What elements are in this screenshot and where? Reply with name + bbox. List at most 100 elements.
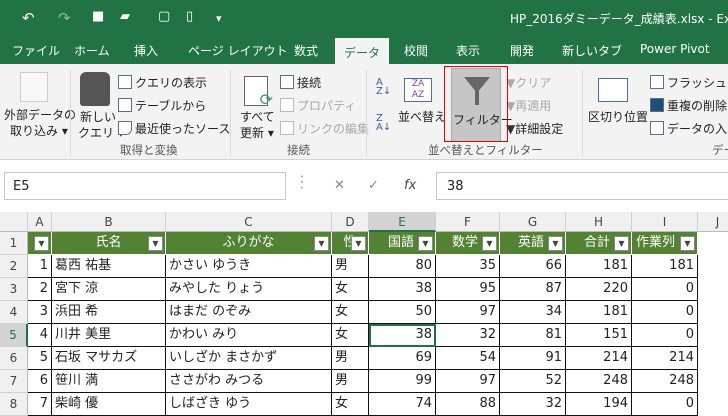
- row-header[interactable]: 6: [0, 347, 28, 370]
- table-cell[interactable]: 181: [632, 255, 698, 278]
- filter-dropdown-icon[interactable]: ▼: [548, 236, 563, 251]
- column-header[interactable]: E: [369, 212, 436, 232]
- select-all-corner[interactable]: [0, 212, 28, 232]
- open-folder-icon[interactable]: ▰: [120, 9, 130, 24]
- clear-button[interactable]: ▼クリア: [506, 74, 551, 91]
- name-box[interactable]: E5: [4, 172, 286, 200]
- column-header[interactable]: C: [166, 212, 332, 232]
- table-cell[interactable]: 181: [566, 255, 632, 278]
- new-query-button[interactable]: 新しい: [80, 108, 116, 125]
- from-table-button[interactable]: テーブルから: [118, 97, 206, 114]
- table-cell[interactable]: 1: [28, 255, 52, 278]
- insert-function-icon[interactable]: fx: [404, 178, 416, 193]
- table-cell[interactable]: 7: [28, 393, 52, 416]
- tab-view[interactable]: 表示: [456, 42, 480, 59]
- undo-icon[interactable]: ↶: [22, 9, 35, 27]
- table-cell[interactable]: 女: [332, 324, 369, 347]
- table-cell[interactable]: ささがわ みつる: [166, 370, 332, 393]
- row-header[interactable]: 4: [0, 301, 28, 324]
- table-cell[interactable]: 3: [28, 301, 52, 324]
- filter-dropdown-icon[interactable]: ▼: [418, 236, 433, 251]
- tab-developer[interactable]: 開発: [510, 42, 534, 59]
- row-header[interactable]: 1: [0, 232, 28, 255]
- tab-power-pivot[interactable]: Power Pivot: [640, 42, 710, 56]
- table-cell[interactable]: 248: [566, 370, 632, 393]
- flash-fill-button[interactable]: フラッシュ フィ: [650, 74, 728, 91]
- column-header[interactable]: A: [28, 212, 52, 232]
- table-cell[interactable]: かわい みり: [166, 324, 332, 347]
- table-cell[interactable]: 88: [436, 393, 500, 416]
- show-queries-button[interactable]: クエリの表示: [118, 74, 207, 91]
- table-cell[interactable]: 38: [369, 324, 436, 347]
- table-cell[interactable]: 214: [632, 347, 698, 370]
- table-cell[interactable]: 194: [566, 393, 632, 416]
- column-header[interactable]: F: [436, 212, 500, 232]
- enter-icon[interactable]: ✓: [368, 178, 379, 193]
- tab-new[interactable]: 新しいタブ: [562, 42, 622, 59]
- filter-dropdown-icon[interactable]: ▼: [351, 236, 366, 251]
- table-cell[interactable]: 32: [436, 324, 500, 347]
- table-cell[interactable]: 54: [436, 347, 500, 370]
- table-cell[interactable]: 35: [436, 255, 500, 278]
- table-cell[interactable]: 95: [436, 278, 500, 301]
- column-header[interactable]: H: [566, 212, 632, 232]
- table-cell[interactable]: 220: [566, 278, 632, 301]
- table-cell[interactable]: 浜田 希: [52, 301, 166, 324]
- table-cell[interactable]: 2: [28, 278, 52, 301]
- sort-ascending-button[interactable]: A Z↓: [376, 78, 391, 97]
- filter-dropdown-icon[interactable]: ▼: [680, 236, 695, 251]
- column-header[interactable]: J: [698, 212, 728, 232]
- table-cell[interactable]: 74: [369, 393, 436, 416]
- tab-page-layout[interactable]: ページ レイアウト: [188, 42, 288, 59]
- table-cell[interactable]: 81: [500, 324, 566, 347]
- tab-insert[interactable]: 挿入: [134, 42, 158, 59]
- sort-descending-button[interactable]: Z A↓: [376, 114, 391, 133]
- new-file-icon[interactable]: ▯: [186, 9, 193, 24]
- table-cell[interactable]: 柴崎 優: [52, 393, 166, 416]
- filter-dropdown-icon[interactable]: ▼: [314, 236, 329, 251]
- table-cell[interactable]: 5: [28, 347, 52, 370]
- table-cell[interactable]: 男: [332, 255, 369, 278]
- table-cell[interactable]: 52: [500, 370, 566, 393]
- table-cell[interactable]: 4: [28, 324, 52, 347]
- table-cell[interactable]: 男: [332, 347, 369, 370]
- formula-input[interactable]: 38: [436, 172, 728, 200]
- table-cell[interactable]: みやした りょう: [166, 278, 332, 301]
- row-header[interactable]: 8: [0, 393, 28, 416]
- table-cell[interactable]: 38: [369, 278, 436, 301]
- refresh-all-button[interactable]: すべて: [240, 108, 275, 125]
- table-cell[interactable]: 99: [369, 370, 436, 393]
- table-cell[interactable]: 0: [632, 324, 698, 347]
- table-cell[interactable]: 笹川 満: [52, 370, 166, 393]
- row-header[interactable]: 3: [0, 278, 28, 301]
- properties-button[interactable]: プロパティ: [280, 97, 356, 114]
- advanced-button[interactable]: ▼詳細設定: [506, 120, 563, 137]
- table-cell[interactable]: 214: [566, 347, 632, 370]
- table-cell[interactable]: 石坂 マサカズ: [52, 347, 166, 370]
- row-header[interactable]: 2: [0, 255, 28, 278]
- table-cell[interactable]: 248: [632, 370, 698, 393]
- table-cell[interactable]: 80: [369, 255, 436, 278]
- get-external-data-button[interactable]: 外部データの: [4, 106, 76, 123]
- remove-duplicates-button[interactable]: 重複の削除: [650, 97, 727, 114]
- table-cell[interactable]: 32: [500, 393, 566, 416]
- table-cell[interactable]: しばざき ゆう: [166, 393, 332, 416]
- tab-home[interactable]: ホーム: [74, 42, 110, 59]
- table-cell[interactable]: いしざか まさかず: [166, 347, 332, 370]
- table-cell[interactable]: 66: [500, 255, 566, 278]
- table-cell[interactable]: かさい ゆうき: [166, 255, 332, 278]
- table-cell[interactable]: 69: [369, 347, 436, 370]
- table-cell[interactable]: 0: [632, 301, 698, 324]
- column-header[interactable]: B: [52, 212, 166, 232]
- table-cell[interactable]: 川井 美里: [52, 324, 166, 347]
- filter-dropdown-icon[interactable]: ▼: [148, 236, 163, 251]
- column-header[interactable]: G: [500, 212, 566, 232]
- table-cell[interactable]: 女: [332, 301, 369, 324]
- table-cell[interactable]: 87: [500, 278, 566, 301]
- table-cell[interactable]: 97: [436, 370, 500, 393]
- filter-button[interactable]: フィルター: [451, 68, 513, 142]
- table-cell[interactable]: 97: [436, 301, 500, 324]
- table-cell[interactable]: 宮下 涼: [52, 278, 166, 301]
- row-header[interactable]: 7: [0, 370, 28, 393]
- save-icon[interactable]: ■: [92, 9, 104, 24]
